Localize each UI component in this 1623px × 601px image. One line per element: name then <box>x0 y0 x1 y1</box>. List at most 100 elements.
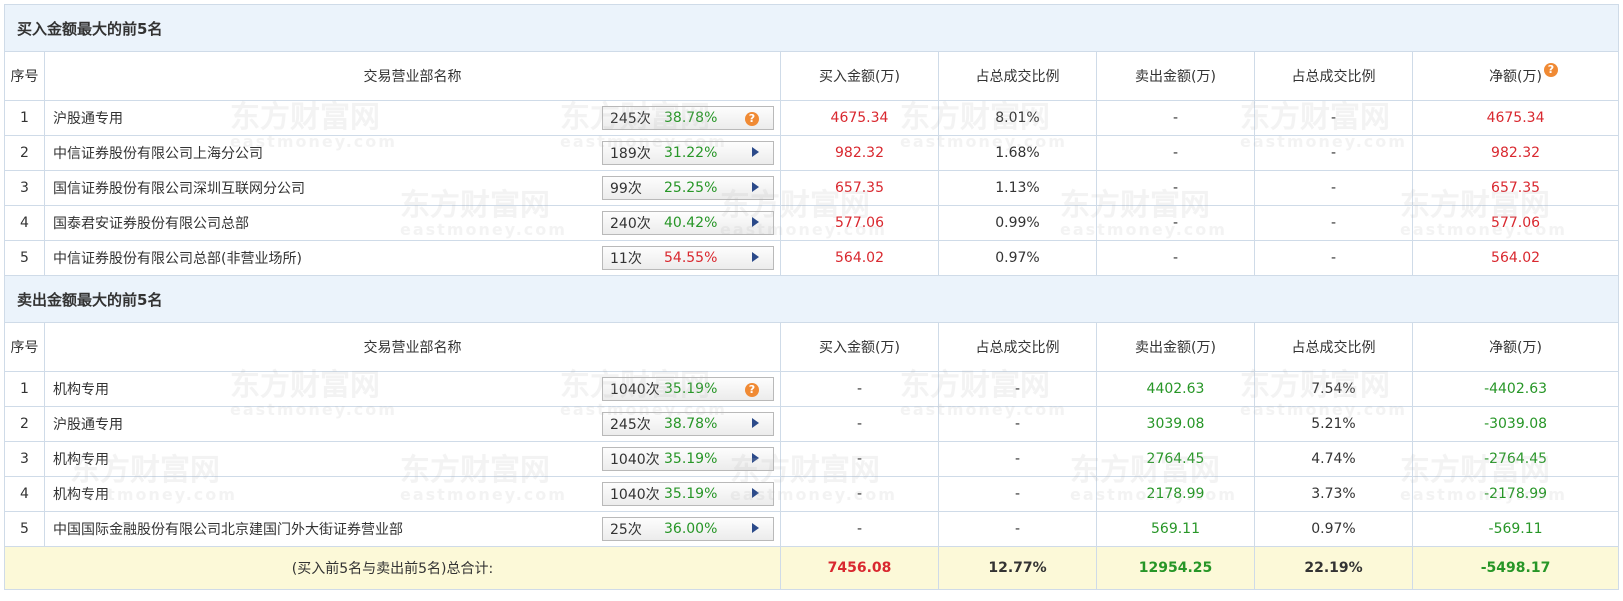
buy-amount: - <box>780 511 939 547</box>
broker-count: 189次 <box>610 146 651 162</box>
sell-ratio: 0.97% <box>1254 511 1413 547</box>
play-arrow-icon[interactable] <box>752 147 759 157</box>
broker-win-rate: 35.19% <box>664 381 718 397</box>
buy-ratio: 1.68% <box>938 135 1097 171</box>
broker-name[interactable]: 机构专用 <box>53 449 109 469</box>
buy-ratio: 0.99% <box>938 205 1097 241</box>
col-net-header: 净额(万) <box>1411 322 1620 372</box>
buy-ratio: - <box>938 371 1097 407</box>
sell-amount: 4402.63 <box>1096 371 1255 407</box>
table-row: 3 国信证券股份有限公司深圳互联网分公司 99次 25.25% 657.35 1.13% -… <box>4 170 1620 206</box>
play-arrow-icon[interactable] <box>752 488 759 498</box>
total-net: -5498.17 <box>1411 546 1620 590</box>
broker-name[interactable]: 中信证券股份有限公司上海分公司 <box>53 143 263 163</box>
help-icon[interactable]: ? <box>1544 63 1558 77</box>
help-icon[interactable]: ? <box>745 383 759 397</box>
sell-ratio: - <box>1254 170 1413 206</box>
sell-ratio: - <box>1254 240 1413 276</box>
play-arrow-icon[interactable] <box>752 523 759 533</box>
broker-stat-box[interactable]: 240次 40.42% <box>602 211 774 235</box>
play-arrow-icon[interactable] <box>752 252 759 262</box>
net-amount: 4675.34 <box>1411 100 1620 136</box>
broker-stat-box[interactable]: 1040次 35.19%? <box>602 377 774 401</box>
broker-name[interactable]: 机构专用 <box>53 484 109 504</box>
broker-name[interactable]: 国泰君安证券股份有限公司总部 <box>53 213 249 233</box>
buy-ratio: - <box>938 511 1097 547</box>
sell-amount: 2764.45 <box>1096 441 1255 477</box>
table-row: 1 机构专用 1040次 35.19%? - -4402.63 7.54% -4402.63 <box>4 371 1620 407</box>
broker-name[interactable]: 中国国际金融股份有限公司北京建国门外大街证券营业部 <box>53 519 403 539</box>
broker-name[interactable]: 沪股通专用 <box>53 414 123 434</box>
broker-cell: 沪股通专用 245次 38.78% <box>44 406 781 442</box>
col-sell-ratio-header: 占总成交比例 <box>1254 322 1413 372</box>
broker-win-rate: 54.55% <box>664 250 718 266</box>
broker-cell: 机构专用 1040次 35.19%? <box>44 371 781 407</box>
table-row: 5 中信证券股份有限公司总部(非营业场所) 11次 54.55% 564.02 0.97%… <box>4 240 1620 276</box>
net-amount: 657.35 <box>1411 170 1620 206</box>
net-amount: -2764.45 <box>1411 441 1620 477</box>
broker-win-rate: 35.19% <box>664 486 718 502</box>
buy-amount: - <box>780 371 939 407</box>
table-row: 4 国泰君安证券股份有限公司总部 240次 40.42% 577.06 0.99% - -57… <box>4 205 1620 241</box>
broker-stat-box[interactable]: 1040次 35.19% <box>602 482 774 506</box>
buy-amount: 4675.34 <box>780 100 939 136</box>
broker-win-rate: 40.42% <box>664 215 718 231</box>
broker-stat-box[interactable]: 25次 36.00% <box>602 517 774 541</box>
row-index: 2 <box>4 135 45 171</box>
broker-name[interactable]: 中信证券股份有限公司总部(非营业场所) <box>53 248 302 268</box>
broker-name[interactable]: 机构专用 <box>53 379 109 399</box>
col-sell-ratio-header: 占总成交比例 <box>1254 51 1413 101</box>
play-arrow-icon[interactable] <box>752 217 759 227</box>
play-arrow-icon[interactable] <box>752 418 759 428</box>
buy-amount: 657.35 <box>780 170 939 206</box>
net-amount: -3039.08 <box>1411 406 1620 442</box>
sell-amount: - <box>1096 135 1255 171</box>
table-row: 5 中国国际金融股份有限公司北京建国门外大街证券营业部 25次 36.00% - -569… <box>4 511 1620 547</box>
broker-count: 1040次 <box>610 452 660 468</box>
buy-amount: 982.32 <box>780 135 939 171</box>
row-index: 5 <box>4 511 45 547</box>
help-icon[interactable]: ? <box>745 112 759 126</box>
play-arrow-icon[interactable] <box>752 182 759 192</box>
broker-count: 11次 <box>610 251 642 267</box>
sell-section-title-row: 卖出金额最大的前5名 <box>3 275 1620 323</box>
broker-count: 25次 <box>610 522 642 538</box>
sell-ratio: 4.74% <box>1254 441 1413 477</box>
buy-amount: 577.06 <box>780 205 939 241</box>
broker-name[interactable]: 沪股通专用 <box>53 108 123 128</box>
sell-amount: 2178.99 <box>1096 476 1255 512</box>
broker-stat-box[interactable]: 11次 54.55% <box>602 246 774 270</box>
col-broker-header: 交易营业部名称 <box>44 322 781 372</box>
play-arrow-icon[interactable] <box>752 453 759 463</box>
broker-stat-box[interactable]: 189次 31.22% <box>602 141 774 165</box>
sell-amount: - <box>1096 240 1255 276</box>
total-label: (买入前5名与卖出前5名)总合计: <box>4 546 781 590</box>
row-index: 3 <box>4 441 45 477</box>
buy-ratio: 0.97% <box>938 240 1097 276</box>
row-index: 1 <box>4 371 45 407</box>
col-buy-amount-header: 买入金额(万) <box>780 322 939 372</box>
row-index: 4 <box>4 205 45 241</box>
buy-amount: - <box>780 406 939 442</box>
broker-stat-box[interactable]: 99次 25.25% <box>602 176 774 200</box>
total-row: (买入前5名与卖出前5名)总合计: 7456.08 12.77% 12954.2… <box>4 546 1620 590</box>
sell-ratio: 5.21% <box>1254 406 1413 442</box>
table-row: 2 沪股通专用 245次 38.78% - -3039.08 5.21% -3039.08 <box>4 406 1620 442</box>
buy-top5-table: 买入金额最大的前5名 序号 交易营业部名称 买入金额(万) 占总成交比例 卖出金… <box>3 4 1620 590</box>
broker-cell: 国信证券股份有限公司深圳互联网分公司 99次 25.25% <box>44 170 781 206</box>
broker-stat-box[interactable]: 245次 38.78% <box>602 412 774 436</box>
col-index-header: 序号 <box>4 322 45 372</box>
col-buy-ratio-header: 占总成交比例 <box>938 322 1097 372</box>
col-index-header: 序号 <box>4 51 45 101</box>
broker-cell: 中信证券股份有限公司总部(非营业场所) 11次 54.55% <box>44 240 781 276</box>
broker-stat-box[interactable]: 1040次 35.19% <box>602 447 774 471</box>
broker-cell: 中国国际金融股份有限公司北京建国门外大街证券营业部 25次 36.00% <box>44 511 781 547</box>
sell-section-title: 卖出金额最大的前5名 <box>3 275 1620 323</box>
broker-count: 245次 <box>610 417 651 433</box>
buy-amount: - <box>780 476 939 512</box>
total-buy: 7456.08 <box>780 546 939 590</box>
buy-ratio: 8.01% <box>938 100 1097 136</box>
broker-stat-box[interactable]: 245次 38.78%? <box>602 106 774 130</box>
broker-name[interactable]: 国信证券股份有限公司深圳互联网分公司 <box>53 178 305 198</box>
table-row: 3 机构专用 1040次 35.19% - -2764.45 4.74% -2764.45 <box>4 441 1620 477</box>
